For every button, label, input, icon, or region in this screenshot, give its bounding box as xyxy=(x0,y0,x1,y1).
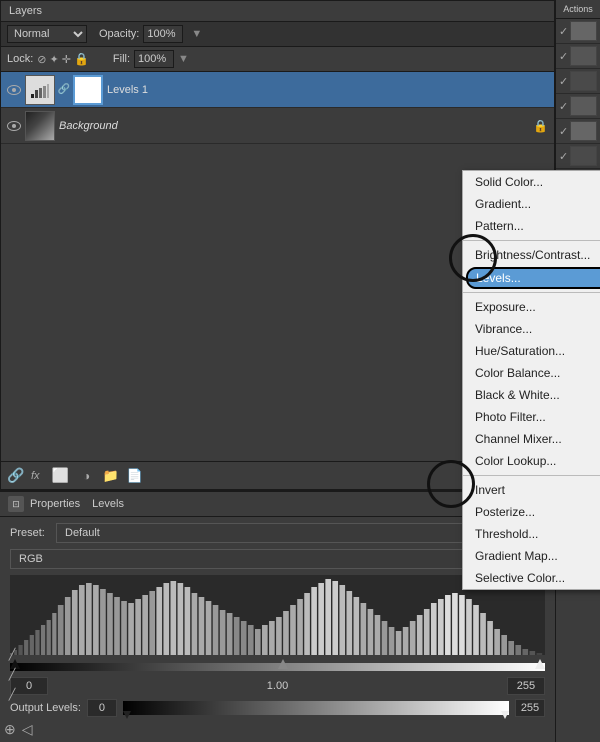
lock-position-icon[interactable]: ✛ xyxy=(62,53,71,66)
eyedropper-gray-icon[interactable]: ╱ xyxy=(4,666,20,682)
properties-bottom-icons: ⊕ ◁ xyxy=(4,721,33,738)
table-row[interactable]: Background 🔒 xyxy=(1,108,554,144)
lock-fill-row: Lock: ⊘ ✦ ✛ 🔒 Fill: ▼ xyxy=(1,47,554,72)
check-icon: ✓ xyxy=(559,100,568,113)
blend-mode-select[interactable]: Normal xyxy=(7,25,87,43)
action-thumbnail xyxy=(570,121,597,141)
menu-item-gradient[interactable]: Gradient... xyxy=(463,193,600,215)
action-thumbnail xyxy=(570,21,597,41)
lock-all-icon[interactable]: 🔒 xyxy=(74,52,89,66)
layer-raster-thumbnail xyxy=(25,111,55,141)
dropdown-menu: Solid Color... Gradient... Pattern... Br… xyxy=(462,170,600,590)
input-levels-sliders xyxy=(10,659,545,675)
check-icon: ✓ xyxy=(559,150,568,163)
layers-panel-header: Layers xyxy=(1,1,554,22)
list-item[interactable]: ✓ xyxy=(556,19,600,44)
table-row[interactable]: 🔗 Levels 1 xyxy=(1,72,554,108)
menu-item-color-balance[interactable]: Color Balance... xyxy=(463,362,600,384)
list-item[interactable]: ✓ xyxy=(556,144,600,169)
fill-label: Fill: xyxy=(113,53,130,65)
layers-title: Layers xyxy=(9,5,42,17)
menu-item-exposure[interactable]: Exposure... xyxy=(463,296,600,318)
layer-visibility-icon[interactable] xyxy=(7,83,21,97)
lock-image-icon[interactable]: ✦ xyxy=(50,53,59,66)
layers-toolbar: Normal Opacity: ▼ xyxy=(1,22,554,47)
check-icon: ✓ xyxy=(559,125,568,138)
menu-item-selective-color[interactable]: Selective Color... xyxy=(463,567,600,589)
menu-item-threshold[interactable]: Threshold... xyxy=(463,523,600,545)
new-layer-circle xyxy=(427,460,475,508)
menu-item-channel-mixer[interactable]: Channel Mixer... xyxy=(463,428,600,450)
opacity-input[interactable] xyxy=(143,25,183,43)
output-levels-row: Output Levels: xyxy=(10,699,545,717)
input-values-row: 1.00 xyxy=(10,677,545,695)
properties-panel-icon: ⊡ xyxy=(8,496,24,512)
fx-label[interactable]: fx xyxy=(31,470,40,482)
menu-item-posterize[interactable]: Posterize... xyxy=(463,501,600,523)
layer-name: Background xyxy=(59,120,118,132)
new-layer-icon[interactable]: 📄 xyxy=(126,467,144,485)
fill-input[interactable] xyxy=(134,50,174,68)
menu-item-color-lookup[interactable]: Color Lookup... xyxy=(463,450,600,472)
output-slider-track[interactable] xyxy=(123,701,509,715)
menu-item-solid-color[interactable]: Solid Color... xyxy=(463,171,600,193)
input-gamma-value[interactable]: 1.00 xyxy=(267,680,288,692)
action-thumbnail xyxy=(570,146,597,166)
list-item[interactable]: ✓ xyxy=(556,69,600,94)
opacity-arrow-icon: ▼ xyxy=(191,28,202,40)
link-icon[interactable]: 🔗 xyxy=(7,467,25,485)
menu-item-invert[interactable]: Invert xyxy=(463,479,600,501)
menu-item-gradient-map[interactable]: Gradient Map... xyxy=(463,545,600,567)
list-item[interactable]: ✓ xyxy=(556,94,600,119)
lock-icons: ⊘ ✦ ✛ 🔒 xyxy=(37,52,89,66)
menu-item-black-white[interactable]: Black & White... xyxy=(463,384,600,406)
check-icon: ✓ xyxy=(559,25,568,38)
levels-highlight-circle xyxy=(449,234,497,282)
action-thumbnail xyxy=(570,96,597,116)
layer-visibility-icon[interactable] xyxy=(7,119,21,133)
list-item[interactable]: ✓ xyxy=(556,119,600,144)
menu-separator xyxy=(463,475,600,476)
opacity-label: Opacity: xyxy=(99,28,139,40)
eyedropper-white-icon[interactable]: ╱ xyxy=(4,686,20,702)
action-thumbnail xyxy=(570,46,597,66)
menu-item-hue-saturation[interactable]: Hue/Saturation... xyxy=(463,340,600,362)
input-white-value[interactable] xyxy=(507,677,545,695)
background-lock-icon: 🔒 xyxy=(533,119,548,133)
output-white-value[interactable] xyxy=(515,699,545,717)
folder-icon[interactable]: 📁 xyxy=(102,467,120,485)
fill-arrow-icon: ▼ xyxy=(178,53,189,65)
layer-link-icon: 🔗 xyxy=(59,84,69,95)
properties-title: Properties xyxy=(30,498,80,510)
lock-transparent-icon[interactable]: ⊘ xyxy=(37,53,46,66)
view-previous-state-icon[interactable]: ◁ xyxy=(22,721,33,738)
menu-item-pattern[interactable]: Pattern... xyxy=(463,215,600,237)
menu-item-photo-filter[interactable]: Photo Filter... xyxy=(463,406,600,428)
menu-separator xyxy=(463,292,600,293)
preset-label: Preset: xyxy=(10,527,50,539)
levels-tab-label: Levels xyxy=(92,498,124,510)
actions-title: Actions xyxy=(556,0,600,19)
menu-item-vibrance[interactable]: Vibrance... xyxy=(463,318,600,340)
eyedropper-black-icon[interactable]: ╱ xyxy=(4,646,20,662)
output-levels-label: Output Levels: xyxy=(10,702,81,714)
check-icon: ✓ xyxy=(559,75,568,88)
list-item[interactable]: ✓ xyxy=(556,44,600,69)
layer-name: Levels 1 xyxy=(107,84,148,96)
check-icon: ✓ xyxy=(559,50,568,63)
adjustment-icon[interactable]: ◑ xyxy=(78,467,96,485)
properties-tool-icons: ╱ ╱ ╱ xyxy=(4,646,20,702)
output-black-value[interactable] xyxy=(87,699,117,717)
gamma-slider-handle[interactable] xyxy=(278,659,288,669)
layer-mask-thumbnail xyxy=(73,75,103,105)
white-slider-handle[interactable] xyxy=(535,659,545,669)
lock-label: Lock: xyxy=(7,53,33,65)
layer-adjustment-thumbnail xyxy=(25,75,55,105)
clip-to-layer-icon[interactable]: ⊕ xyxy=(4,721,16,738)
action-thumbnail xyxy=(570,71,597,91)
channel-select[interactable]: RGB Red Green Blue xyxy=(10,549,498,569)
add-mask-icon[interactable]: ⬜ xyxy=(52,467,70,485)
